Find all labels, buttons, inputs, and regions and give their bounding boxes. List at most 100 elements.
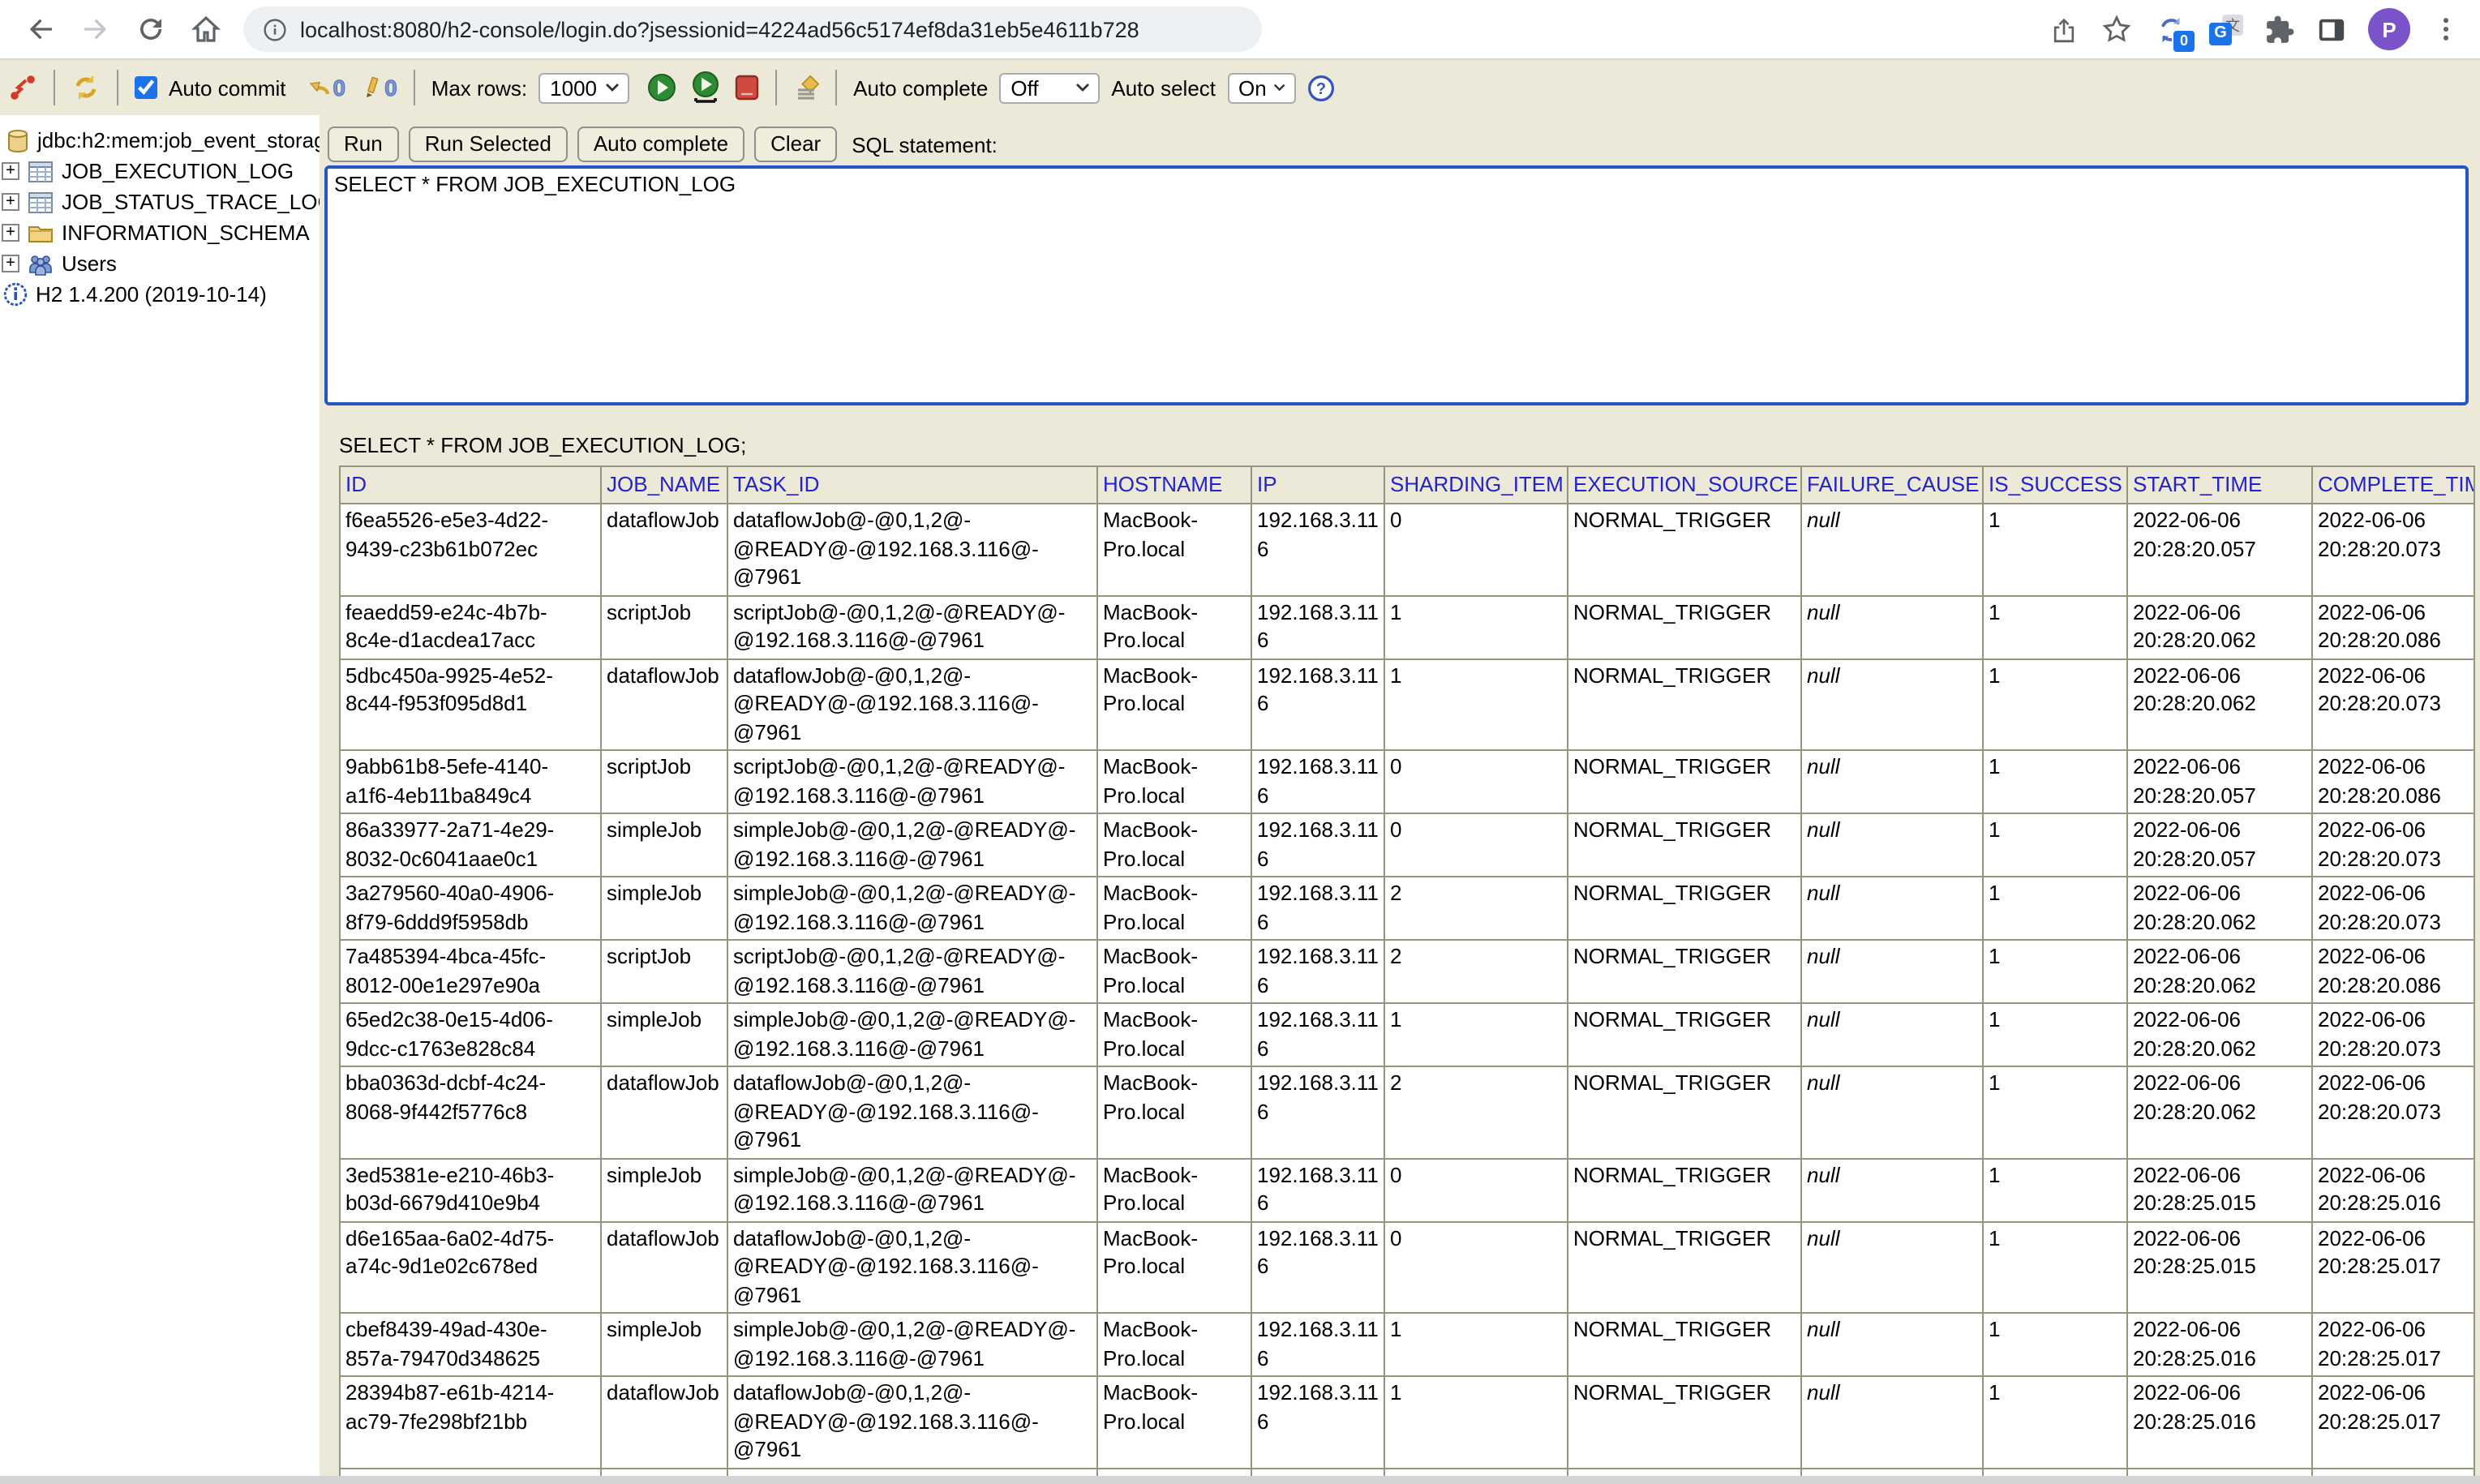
cell-task_id: dataflowJob@-@0,1,2@-@READY@-@192.168.3.… (727, 658, 1097, 750)
run-selected-button[interactable]: Run Selected (409, 127, 568, 162)
cell-complete_time: 2022-06-06 20:28:25.016 (2312, 1158, 2474, 1221)
cell-ip: 192.168.3.116 (1251, 877, 1384, 940)
clear-button[interactable]: Clear (754, 127, 837, 162)
edit-history-icon[interactable]: 0 (363, 75, 397, 101)
cell-ip: 192.168.3.116 (1251, 1313, 1384, 1376)
cell-id: 7a485394-4bca-45fc-8012-00e1e297e90a (340, 940, 601, 1003)
cell-task_id: simpleJob@-@0,1,2@-@READY@-@192.168.3.11… (727, 877, 1097, 940)
cell-failure_cause: null (1801, 813, 1983, 877)
translate-icon[interactable]: 文 G (2209, 12, 2243, 46)
undo-history-icon[interactable]: 0 (307, 75, 346, 101)
cell-failure_cause: null (1801, 1158, 1983, 1221)
run-selected-icon[interactable] (691, 71, 720, 104)
expand-icon[interactable]: + (2, 162, 19, 180)
browser-menu-icon[interactable] (2431, 15, 2461, 44)
scroll-top-icon[interactable] (793, 73, 819, 102)
cell-task_id: simpleJob@-@0,1,2@-@READY@-@192.168.3.11… (727, 1003, 1097, 1066)
sidebar-item-job_status_trace_log[interactable]: +JOB_STATUS_TRACE_LOG (0, 187, 320, 217)
site-info-icon[interactable] (263, 17, 287, 41)
cell-id: 3a279560-40a0-4906-8f79-6ddd9f5958db (340, 877, 601, 940)
cell-job_name: simpleJob (601, 1158, 727, 1221)
max-rows-select[interactable]: 1000 (538, 72, 629, 103)
auto-select-select[interactable]: On (1227, 72, 1295, 103)
cell-sharding_item: 0 (1384, 813, 1568, 877)
reload-button[interactable] (123, 5, 178, 54)
table-icon (28, 191, 54, 213)
sidebar-item-job_execution_log[interactable]: +JOB_EXECUTION_LOG (0, 156, 320, 187)
auto-commit-checkbox[interactable] (135, 76, 157, 99)
refresh-icon[interactable] (71, 73, 101, 102)
cell-complete_time: 2022-06-06 20:28:20.073 (2312, 813, 2474, 877)
table-row: d6e165aa-6a02-4d75-a74c-9d1e02c678eddata… (340, 1221, 2474, 1313)
auto-commit-label: Auto commit (169, 75, 286, 100)
cell-sharding_item: 1 (1384, 1003, 1568, 1066)
stop-icon[interactable] (735, 75, 759, 101)
sidebar-item-users[interactable]: +Users (0, 248, 320, 279)
cell-ip: 192.168.3.116 (1251, 813, 1384, 877)
cell-task_id: scriptJob@-@0,1,2@-@READY@-@192.168.3.11… (727, 595, 1097, 658)
help-icon[interactable]: ? (1307, 74, 1334, 101)
table-row: 9abb61b8-5efe-4140-a1f6-4eb11ba849c4scri… (340, 750, 2474, 813)
back-button[interactable] (13, 5, 68, 54)
run-button[interactable]: Run (328, 127, 399, 162)
auto-complete-button[interactable]: Auto complete (577, 127, 744, 162)
cell-failure_cause: null (1801, 595, 1983, 658)
table-row: 28394b87-e61b-4214-ac79-7fe298bf21bbdata… (340, 1376, 2474, 1468)
table-row: cbef8439-49ad-430e-857a-79470d348625simp… (340, 1313, 2474, 1376)
cell-job_name: simpleJob (601, 1003, 727, 1066)
column-header-failure_cause: FAILURE_CAUSE (1801, 466, 1983, 504)
cell-complete_time: 2022-06-06 20:28:20.073 (2312, 658, 2474, 750)
cell-hostname: MacBook-Pro.local (1097, 595, 1251, 658)
disconnect-icon[interactable] (8, 73, 37, 102)
address-bar[interactable]: localhost:8080/h2-console/login.do?jsess… (243, 6, 1262, 52)
cell-hostname: MacBook-Pro.local (1097, 1376, 1251, 1468)
cell-start_time: 2022-06-06 20:28:25.015 (2127, 1221, 2312, 1313)
cell-sharding_item: 1 (1384, 1376, 1568, 1468)
cell-hostname: MacBook-Pro.local (1097, 1313, 1251, 1376)
expand-icon[interactable]: + (2, 224, 19, 242)
share-icon[interactable] (2049, 14, 2079, 45)
cell-task_id: simpleJob@-@0,1,2@-@READY@-@192.168.3.11… (727, 1158, 1097, 1221)
connection-node[interactable]: jdbc:h2:mem:job_event_storage (0, 125, 320, 156)
sidebar-item-information_schema[interactable]: +INFORMATION_SCHEMA (0, 217, 320, 248)
run-icon[interactable] (647, 73, 676, 102)
cell-sharding_item: 1 (1384, 1313, 1568, 1376)
executed-query-text: SELECT * FROM JOB_EXECUTION_LOG; (339, 433, 2480, 457)
table-row: f6ea5526-e5e3-4d22-9439-c23b61b072ecdata… (340, 504, 2474, 595)
h2-version-label: H2 1.4.200 (2019-10-14) (36, 282, 267, 307)
forward-button[interactable] (68, 5, 123, 54)
cell-sharding_item: 0 (1384, 1158, 1568, 1221)
column-header-task_id: TASK_ID (727, 466, 1097, 504)
cell-execution_source: NORMAL_TRIGGER (1568, 1376, 1801, 1468)
table-row: bba0363d-dcbf-4c24-8068-9f442f5776c8data… (340, 1066, 2474, 1158)
users-icon (28, 252, 54, 275)
home-button[interactable] (178, 5, 234, 54)
extensions-puzzle-icon[interactable] (2264, 14, 2295, 45)
cell-task_id: dataflowJob@-@0,1,2@-@READY@-@192.168.3.… (727, 1376, 1097, 1468)
cell-id: cbef8439-49ad-430e-857a-79470d348625 (340, 1313, 601, 1376)
expand-icon[interactable]: + (2, 193, 19, 211)
expand-icon[interactable]: + (2, 255, 19, 272)
browser-chrome: localhost:8080/h2-console/login.do?jsess… (0, 0, 2480, 58)
cell-failure_cause: null (1801, 750, 1983, 813)
cell-ip: 192.168.3.116 (1251, 658, 1384, 750)
browser-window: localhost:8080/h2-console/login.do?jsess… (0, 0, 2480, 1484)
side-panel-icon[interactable] (2316, 14, 2347, 45)
auto-select-label: Auto select (1111, 75, 1216, 100)
cell-is_success: 1 (1983, 595, 2127, 658)
auto-complete-select[interactable]: Off (999, 72, 1100, 103)
profile-avatar[interactable]: P (2368, 8, 2410, 50)
folder-icon (28, 222, 54, 243)
sql-editor[interactable] (324, 165, 2469, 405)
cell-complete_time: 2022-06-06 20:28:20.086 (2312, 595, 2474, 658)
cell-execution_source: NORMAL_TRIGGER (1568, 1003, 1801, 1066)
bookmark-star-icon[interactable] (2100, 13, 2133, 45)
cell-is_success: 1 (1983, 940, 2127, 1003)
cell-ip: 192.168.3.116 (1251, 1003, 1384, 1066)
sync-extension-icon[interactable]: 0 (2154, 12, 2188, 46)
edit-count: 0 (384, 75, 397, 101)
info-icon (3, 282, 28, 307)
table-row: 5dbc450a-9925-4e52-8c44-f953f095d8d1data… (340, 658, 2474, 750)
cell-failure_cause: null (1801, 877, 1983, 940)
cell-execution_source: NORMAL_TRIGGER (1568, 877, 1801, 940)
